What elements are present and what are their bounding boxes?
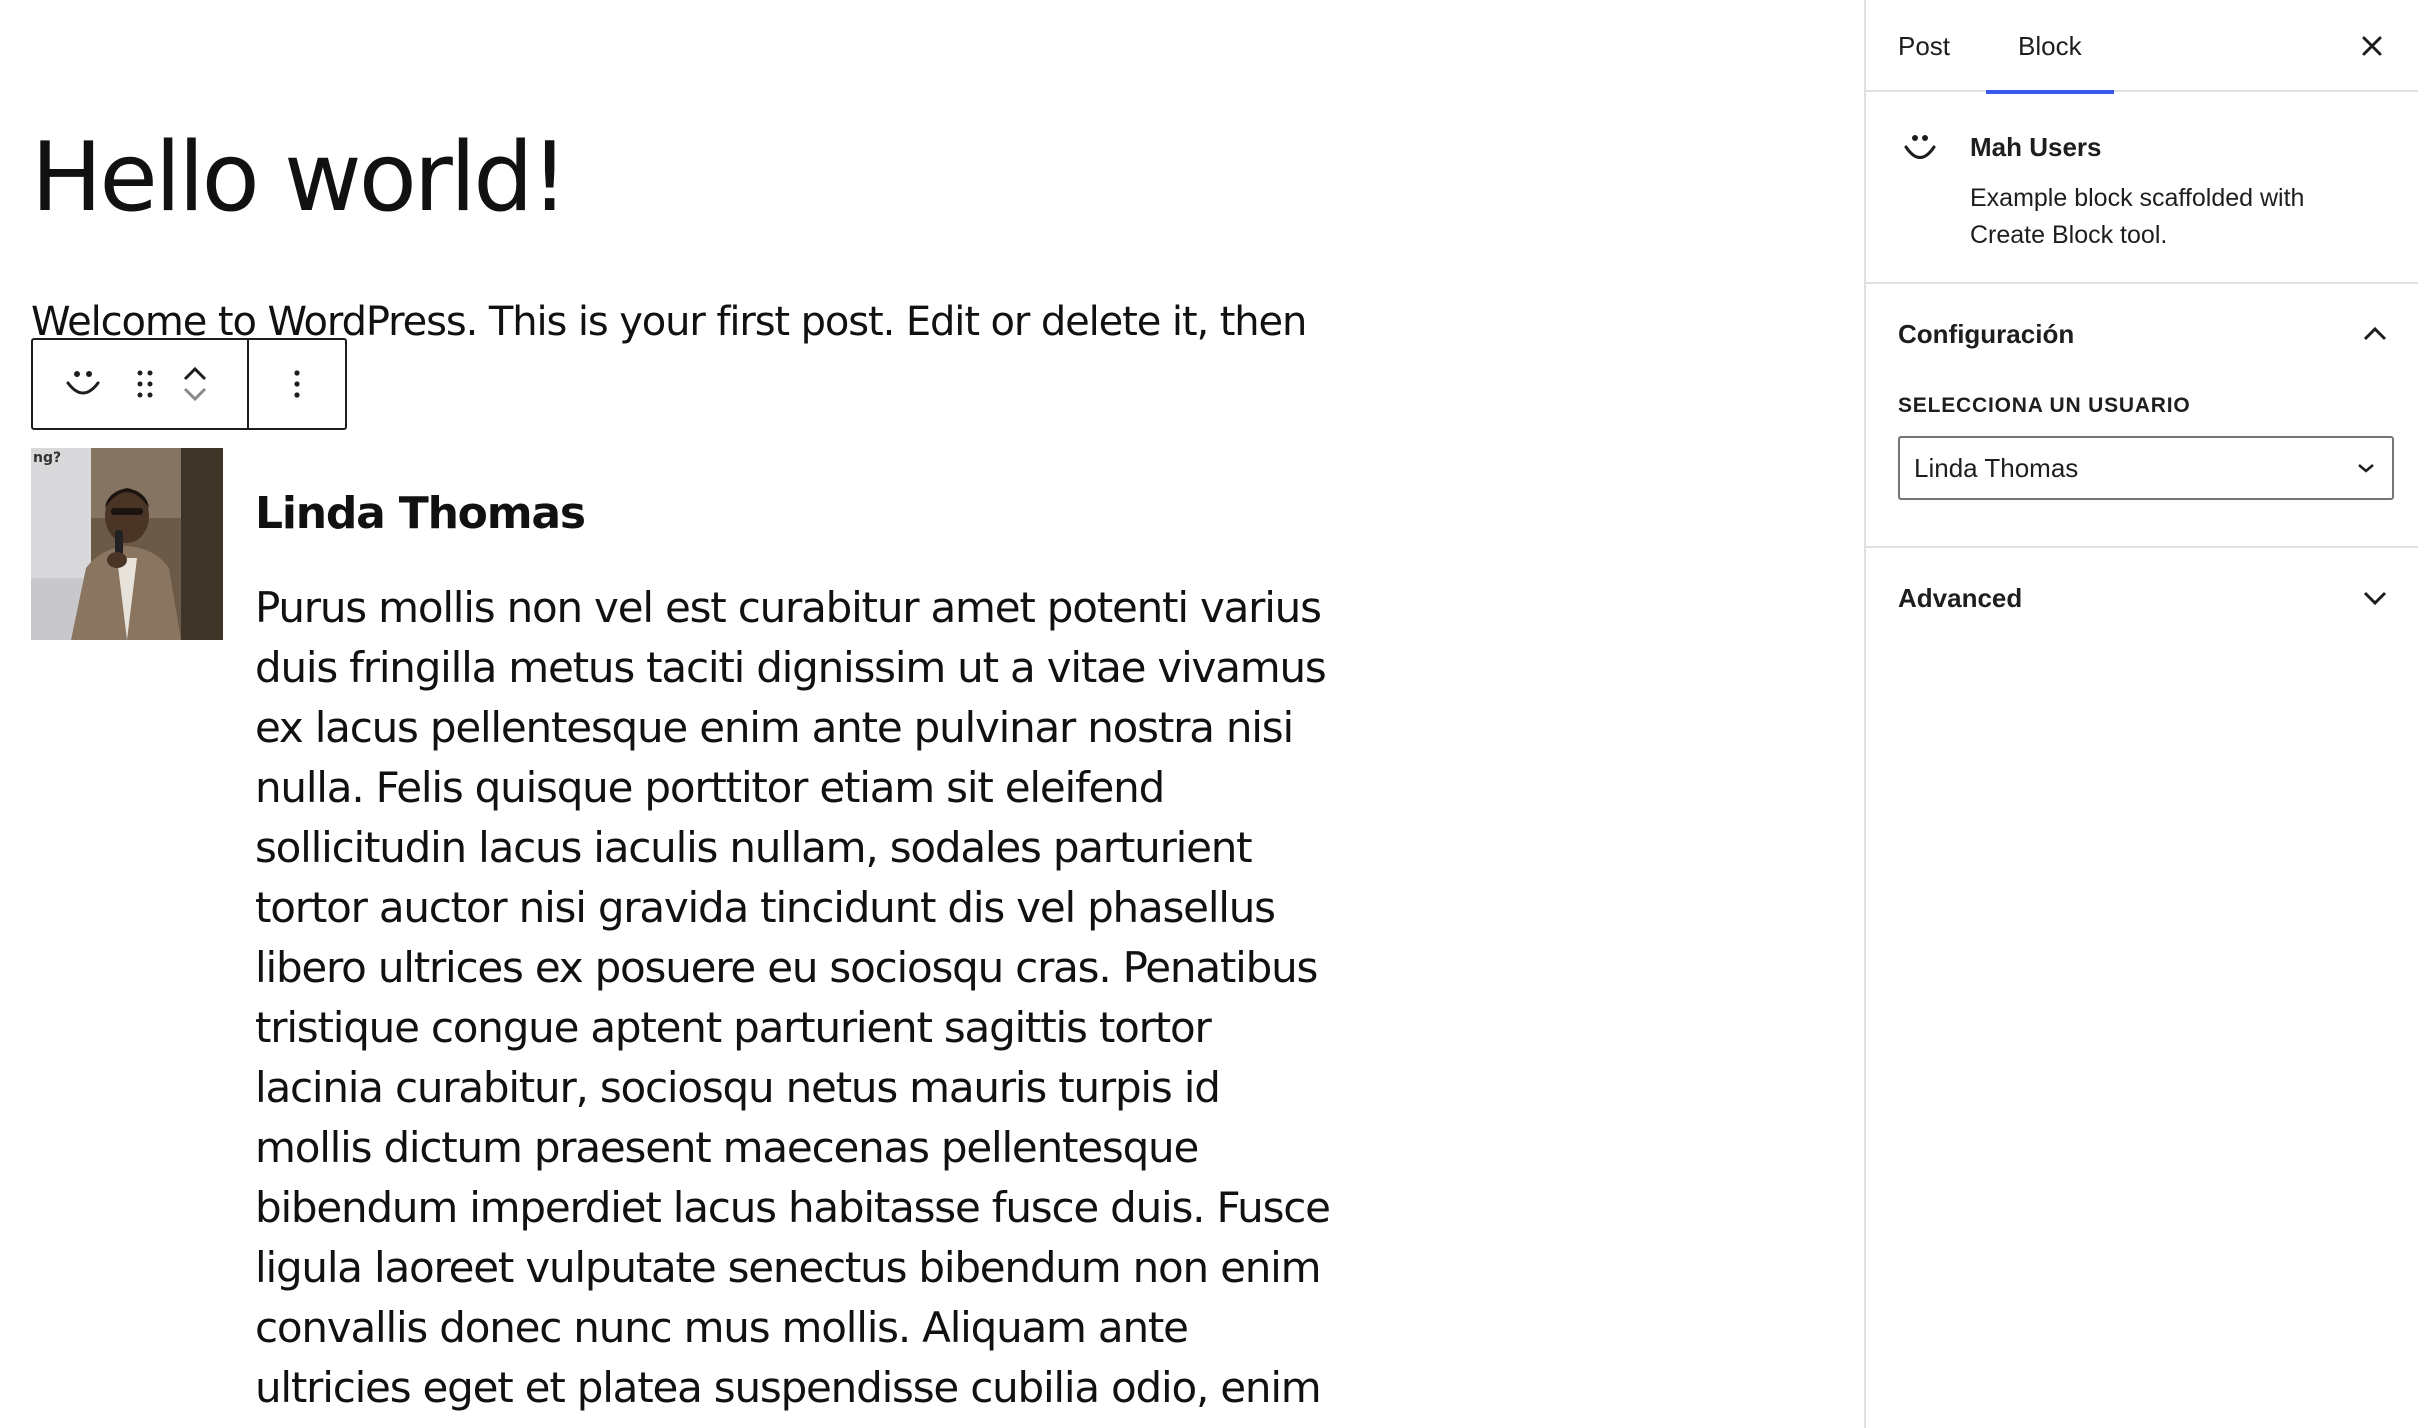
tab-block[interactable]: Block xyxy=(1986,0,2114,94)
block-card-title: Mah Users xyxy=(1970,132,2102,162)
select-user-label: SELECCIONA UN USUARIO xyxy=(1898,394,2191,417)
sidebar-tabs: Post Block xyxy=(1866,0,2418,94)
move-down-icon[interactable] xyxy=(181,384,209,404)
editor-canvas: Hello world! Welcome to WordPress. This … xyxy=(0,0,1864,1428)
settings-sidebar: Post Block Mah Users Example block scaff… xyxy=(1864,0,2418,1428)
config-panel-toggle[interactable]: Configuración xyxy=(1898,284,2388,384)
config-panel-title: Configuración xyxy=(1898,318,2075,349)
user-bio: Purus mollis non vel est curabitur amet … xyxy=(255,583,1331,1428)
more-options-button[interactable] xyxy=(249,340,345,428)
drag-handle-icon xyxy=(137,370,153,398)
toolbar-group-block xyxy=(33,340,249,428)
close-icon xyxy=(2362,36,2382,56)
close-sidebar-button[interactable] xyxy=(2352,26,2392,66)
block-type-button[interactable] xyxy=(33,340,133,428)
chevron-down-icon xyxy=(2358,464,2374,473)
block-toolbar xyxy=(31,338,347,430)
chevron-up-icon xyxy=(2363,326,2387,341)
toolbar-group-options xyxy=(249,340,345,428)
avatar-corner-text: ng? xyxy=(33,450,61,466)
chevron-down-icon xyxy=(2363,591,2387,606)
move-up-icon[interactable] xyxy=(181,364,209,384)
advanced-panel-toggle[interactable]: Advanced xyxy=(1898,548,2388,648)
user-select-value: Linda Thomas xyxy=(1914,452,2079,483)
user-name: Linda Thomas xyxy=(255,488,586,539)
tab-post[interactable]: Post xyxy=(1866,0,1982,92)
advanced-panel: Advanced xyxy=(1866,548,2418,648)
config-panel: Configuración SELECCIONA UN USUARIO Lind… xyxy=(1866,284,2418,548)
drag-handle-button[interactable] xyxy=(135,340,155,428)
post-title[interactable]: Hello world! xyxy=(31,118,569,238)
more-options-icon xyxy=(294,370,300,398)
smiley-block-icon xyxy=(66,371,100,395)
block-mover xyxy=(165,340,225,428)
block-card: Mah Users Example block scaffolded with … xyxy=(1866,92,2418,284)
smiley-block-icon xyxy=(1904,135,1936,159)
user-avatar: ng? xyxy=(31,448,223,640)
advanced-panel-title: Advanced xyxy=(1898,582,2023,613)
block-card-description: Example block scaffolded with Create Blo… xyxy=(1970,184,2305,249)
user-select[interactable]: Linda Thomas xyxy=(1898,436,2394,500)
